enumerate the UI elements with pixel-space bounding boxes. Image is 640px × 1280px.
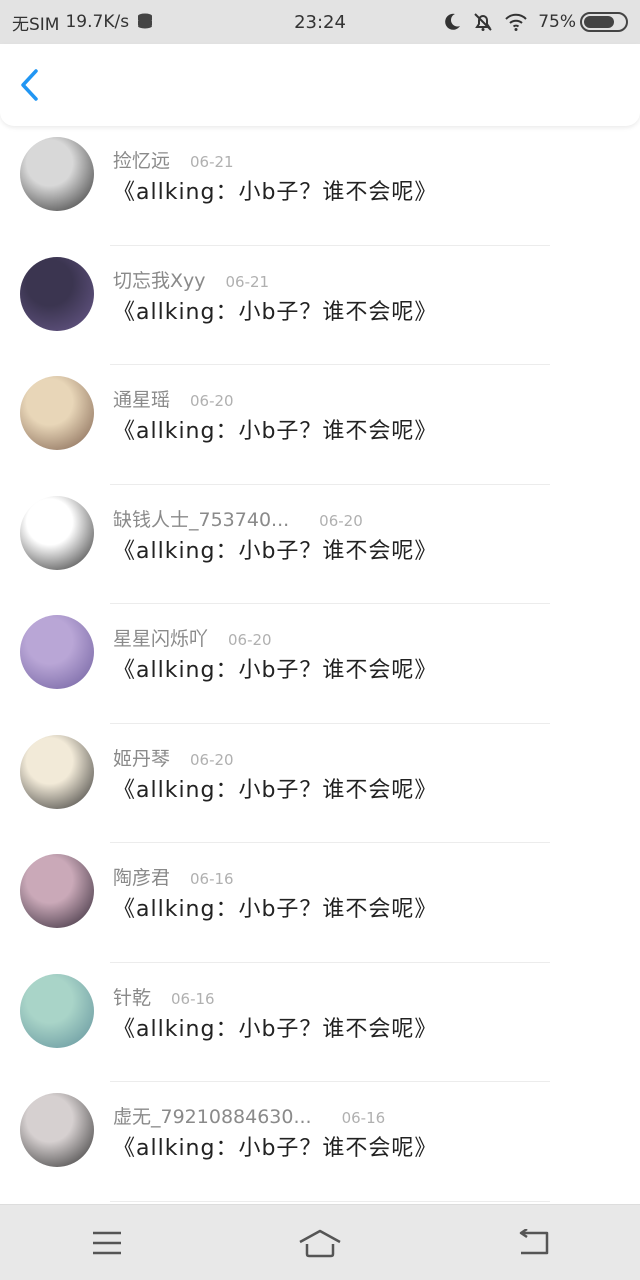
comment-item[interactable]: 陶彦君 06-16 《allking：小b子？谁不会呢》	[0, 843, 640, 963]
username[interactable]: 虚无_79210884630...	[113, 1102, 312, 1129]
comment-date: 06-20	[228, 631, 272, 649]
comment-item[interactable]: 星星闪烁吖 06-20 《allking：小b子？谁不会呢》	[0, 604, 640, 724]
comment-item[interactable]: 虚无_79210884630... 06-16 《allking：小b子？谁不会呢》	[0, 1082, 640, 1202]
carrier-text: 无SIM	[12, 14, 60, 35]
comment-text: 《allking：小b子？谁不会呢》	[113, 538, 438, 564]
comment-date: 06-20	[319, 511, 363, 530]
comment-meta: 切忘我Xyy 06-21	[113, 266, 269, 293]
menu-icon[interactable]	[90, 1230, 124, 1256]
comment-text: 《allking：小b子？谁不会呢》	[113, 1136, 438, 1161]
comment-item[interactable]: 切忘我Xyy 06-21 《allking：小b子？谁不会呢》	[0, 246, 640, 365]
comment-meta: 陶彦君 06-16	[113, 863, 234, 890]
home-button[interactable]	[280, 1213, 360, 1273]
avatar[interactable]	[20, 854, 94, 928]
comment-meta: 姬丹琴 06-20	[113, 744, 234, 771]
comment-text: 《allking：小b子？谁不会呢》	[113, 777, 438, 803]
battery-fill	[584, 16, 614, 28]
status-bar: 无SIM 19.7K/s 23:24 75%	[0, 0, 640, 44]
comment-meta: 虚无_79210884630... 06-16	[113, 1102, 385, 1129]
username[interactable]: 姬丹琴	[113, 744, 170, 771]
avatar[interactable]	[20, 615, 94, 689]
username[interactable]: 捡忆远	[113, 146, 170, 173]
comment-meta: 缺钱人士_753740... 06-20	[113, 505, 363, 532]
comment-date: 06-20	[190, 392, 234, 410]
battery-icon	[580, 12, 628, 32]
battery-percent: 75%	[538, 12, 576, 32]
comment-meta: 星星闪烁吖 06-20	[113, 624, 272, 651]
comment-text: 《allking：小b子？谁不会呢》	[113, 1016, 438, 1042]
comment-date: 06-16	[190, 870, 234, 888]
moon-icon	[442, 12, 462, 32]
avatar[interactable]	[20, 734, 94, 809]
battery-indicator: 75%	[538, 12, 628, 32]
avatar[interactable]	[20, 495, 94, 570]
comment-item[interactable]: 通星瑶 06-20 《allking：小b子？谁不会呢》	[0, 365, 640, 485]
divider	[110, 1200, 550, 1202]
header-bar	[0, 44, 640, 126]
avatar[interactable]	[20, 1093, 94, 1167]
wifi-icon	[504, 12, 528, 32]
comment-text: 《allking：小b子？谁不会呢》	[113, 299, 438, 325]
status-right: 75%	[442, 11, 628, 33]
comment-item[interactable]: 针乾 06-16 《allking：小b子？谁不会呢》	[0, 963, 640, 1082]
comment-meta: 捡忆远 06-21	[113, 146, 234, 173]
comment-text: 《allking：小b子？谁不会呢》	[113, 180, 438, 205]
username[interactable]: 通星瑶	[113, 385, 170, 412]
username[interactable]: 缺钱人士_753740...	[113, 505, 289, 532]
username[interactable]: 陶彦君	[113, 863, 170, 890]
return-button[interactable]	[493, 1213, 573, 1273]
home-icon[interactable]	[297, 1228, 343, 1258]
comment-text: 《allking：小b子？谁不会呢》	[113, 658, 438, 683]
return-icon[interactable]	[515, 1228, 551, 1257]
comment-date: 06-21	[190, 153, 234, 171]
network-speed: 19.7K/s	[65, 12, 130, 32]
comment-list: 捡忆远 06-21 《allking：小b子？谁不会呢》 切忘我Xyy 06-21 《al…	[0, 126, 640, 1204]
mute-bell-icon	[472, 11, 494, 33]
menu-button[interactable]	[67, 1213, 147, 1273]
username[interactable]: 星星闪烁吖	[113, 624, 208, 651]
avatar[interactable]	[20, 137, 94, 211]
comment-date: 06-16	[341, 1109, 386, 1127]
system-nav-bar	[0, 1204, 640, 1280]
status-left: 无SIM 19.7K/s	[12, 10, 155, 35]
comment-date: 06-16	[171, 989, 215, 1008]
comment-meta: 针乾 06-16	[113, 983, 215, 1010]
avatar[interactable]	[20, 376, 94, 450]
comment-date: 06-20	[190, 750, 234, 769]
avatar[interactable]	[20, 256, 94, 331]
comment-item[interactable]: 缺钱人士_753740... 06-20 《allking：小b子？谁不会呢》	[0, 485, 640, 604]
comment-date: 06-21	[225, 272, 270, 291]
comment-meta: 通星瑶 06-20	[113, 385, 234, 412]
avatar[interactable]	[20, 973, 94, 1048]
comment-item[interactable]: 姬丹琴 06-20 《allking：小b子？谁不会呢》	[0, 724, 640, 843]
comment-text: 《allking：小b子？谁不会呢》	[113, 897, 438, 922]
database-icon	[135, 12, 155, 32]
comment-text: 《allking：小b子？谁不会呢》	[113, 419, 438, 444]
username[interactable]: 切忘我Xyy	[113, 266, 206, 293]
comment-item[interactable]: 捡忆远 06-21 《allking：小b子？谁不会呢》	[0, 126, 640, 246]
back-button[interactable]	[0, 44, 60, 126]
chevron-left-icon[interactable]	[19, 68, 41, 102]
username[interactable]: 针乾	[113, 983, 151, 1010]
